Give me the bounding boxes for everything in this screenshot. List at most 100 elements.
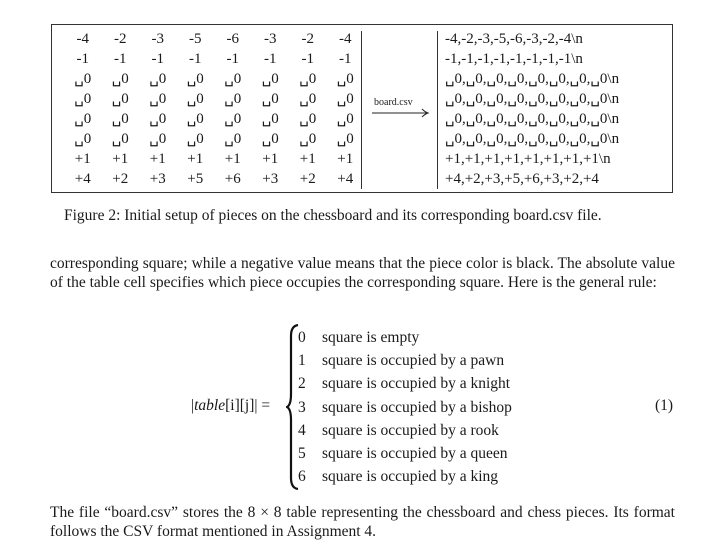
board-cell: +3 <box>262 171 279 187</box>
case-description: square is occupied by a pawn <box>322 352 505 370</box>
board-cell: ␣0 <box>299 131 317 147</box>
arrow-mapping: board.csv <box>372 97 430 119</box>
csv-content: -4,-2,-3,-5,-6,-3,-2,-4\n -1,-1,-1,-1,-1,… <box>445 29 619 189</box>
board-cell: -1 <box>226 51 240 67</box>
board-cell: -6 <box>226 31 240 47</box>
board-cell: ␣0 <box>74 111 92 127</box>
case-value: 6 <box>298 468 306 486</box>
case-description: square is occupied by a bishop <box>322 398 512 416</box>
board-cell: +1 <box>149 151 166 167</box>
board-cell: -2 <box>301 31 315 47</box>
equation-lhs: |table[i][j]| = <box>191 396 270 416</box>
paragraph-rule-intro: corresponding square; while a negative v… <box>50 255 675 291</box>
board-table: -4 -2 -3 -5 -6 -3 -2 -4 -1 -1 -1 -1 -1 -1 -1 -1 ␣0 ␣0 ␣0 ␣0… <box>64 29 364 189</box>
board-cell: ␣0 <box>74 71 92 87</box>
board-cell: ␣0 <box>186 111 204 127</box>
abs-bar-close-equals: | = <box>254 397 271 414</box>
board-cell: ␣0 <box>149 91 167 107</box>
board-cell: ␣0 <box>111 71 129 87</box>
board-row: ␣0 ␣0 ␣0 ␣0 ␣0 ␣0 ␣0 ␣0 <box>64 69 364 89</box>
case-value: 2 <box>298 375 306 393</box>
figure-frame: -4 -2 -3 -5 -6 -3 -2 -4 -1 -1 -1 -1 -1 -1 -1 -1 ␣0 ␣0 ␣0 ␣0… <box>51 24 673 193</box>
board-cell: ␣0 <box>186 131 204 147</box>
board-cell: +1 <box>224 151 241 167</box>
board-cell: +4 <box>337 171 354 187</box>
board-cell: -1 <box>76 51 90 67</box>
board-cell: +6 <box>224 171 241 187</box>
board-cell: -4 <box>339 31 352 47</box>
csv-line: ␣0,␣0,␣0,␣0,␣0,␣0,␣0,␣0\n <box>445 71 620 87</box>
case-value: 5 <box>298 444 306 462</box>
case-row: 2 square is occupied by a knight <box>298 372 512 395</box>
board-cell: ␣0 <box>336 91 354 107</box>
board-cell: ␣0 <box>149 131 167 147</box>
board-cell: +4 <box>74 171 91 187</box>
board-cell: ␣0 <box>299 71 317 87</box>
case-description: square is occupied by a queen <box>322 444 508 462</box>
board-cell: -1 <box>264 51 277 67</box>
case-value: 1 <box>298 352 306 370</box>
board-cell: ␣0 <box>261 131 279 147</box>
case-value: 3 <box>298 398 306 416</box>
board-cell: -5 <box>189 31 202 47</box>
board-cell: ␣0 <box>149 111 167 127</box>
board-row: +1 +1 +1 +1 +1 +1 +1 +1 <box>64 149 364 169</box>
board-cell: ␣0 <box>186 91 204 107</box>
board-cell: +1 <box>187 151 204 167</box>
case-value: 0 <box>298 329 306 346</box>
board-cell: -1 <box>151 51 165 67</box>
board-cell: +1 <box>74 151 91 167</box>
board-row: +4 +2 +3 +5 +6 +3 +2 +4 <box>64 169 364 189</box>
csv-line: ␣0,␣0,␣0,␣0,␣0,␣0,␣0,␣0\n <box>445 131 620 147</box>
table-right-border <box>361 31 362 189</box>
board-cell: -3 <box>264 31 277 47</box>
case-description: square is empty <box>322 329 420 346</box>
csv-line: -4,-2,-3,-5,-6,-3,-2,-4\n <box>445 31 583 47</box>
case-row: 5 square is occupied by a queen <box>298 442 512 465</box>
board-cell: ␣0 <box>299 91 317 107</box>
index-j: [j] <box>239 397 255 414</box>
csv-line: ␣0,␣0,␣0,␣0,␣0,␣0,␣0,␣0\n <box>445 91 620 107</box>
board-row: ␣0 ␣0 ␣0 ␣0 ␣0 ␣0 ␣0 ␣0 <box>64 129 364 149</box>
case-row: 4 square is occupied by a rook <box>298 419 512 442</box>
board-cell: ␣0 <box>224 111 242 127</box>
board-cell: ␣0 <box>111 131 129 147</box>
csv-line: ␣0,␣0,␣0,␣0,␣0,␣0,␣0,␣0\n <box>445 111 620 127</box>
board-cell: ␣0 <box>336 71 354 87</box>
board-cell: ␣0 <box>261 71 279 87</box>
equation-number: (1) <box>655 397 674 414</box>
board-cell: -3 <box>151 31 165 47</box>
equation-variable: table <box>194 397 226 414</box>
board-row: ␣0 ␣0 ␣0 ␣0 ␣0 ␣0 ␣0 ␣0 <box>64 109 364 129</box>
board-cell: -1 <box>301 51 315 67</box>
right-arrow-icon <box>372 108 430 118</box>
board-cell: ␣0 <box>224 91 242 107</box>
equation-cases: 0 square is empty 1 square is occupied by a… <box>298 326 512 488</box>
board-cell: +1 <box>299 151 316 167</box>
board-cell: +3 <box>149 171 166 187</box>
csv-line: +4,+2,+3,+5,+6,+3,+2,+4 <box>445 171 599 187</box>
board-cell: -2 <box>114 31 127 47</box>
csv-line: -1,-1,-1,-1,-1,-1,-1,-1\n <box>445 51 583 67</box>
csv-line: +1,+1,+1,+1,+1,+1,+1,+1\n <box>445 151 611 167</box>
board-cell: ␣0 <box>224 71 242 87</box>
board-cell: ␣0 <box>74 131 92 147</box>
board-cell: +1 <box>337 151 354 167</box>
case-row: 6 square is occupied by a king <box>298 465 512 488</box>
board-row: -4 -2 -3 -5 -6 -3 -2 -4 <box>64 29 364 49</box>
case-row: 0 square is empty <box>298 326 512 349</box>
board-cell: ␣0 <box>336 111 354 127</box>
figure-caption: Figure 2: Initial setup of pieces on the… <box>64 207 602 224</box>
board-row: -1 -1 -1 -1 -1 -1 -1 -1 <box>64 49 364 69</box>
case-value: 4 <box>298 421 306 439</box>
case-description: square is occupied by a knight <box>322 375 511 393</box>
board-cell: ␣0 <box>224 131 242 147</box>
board-cell: ␣0 <box>336 131 354 147</box>
csv-left-border <box>437 31 438 189</box>
board-cell: +2 <box>299 171 316 187</box>
board-cell: ␣0 <box>111 111 129 127</box>
board-cell: +2 <box>112 171 129 187</box>
case-description: square is occupied by a king <box>322 468 499 486</box>
board-cell: ␣0 <box>111 91 129 107</box>
paragraph-file-format: The file “board.csv” stores the 8 × 8 ta… <box>50 504 675 540</box>
